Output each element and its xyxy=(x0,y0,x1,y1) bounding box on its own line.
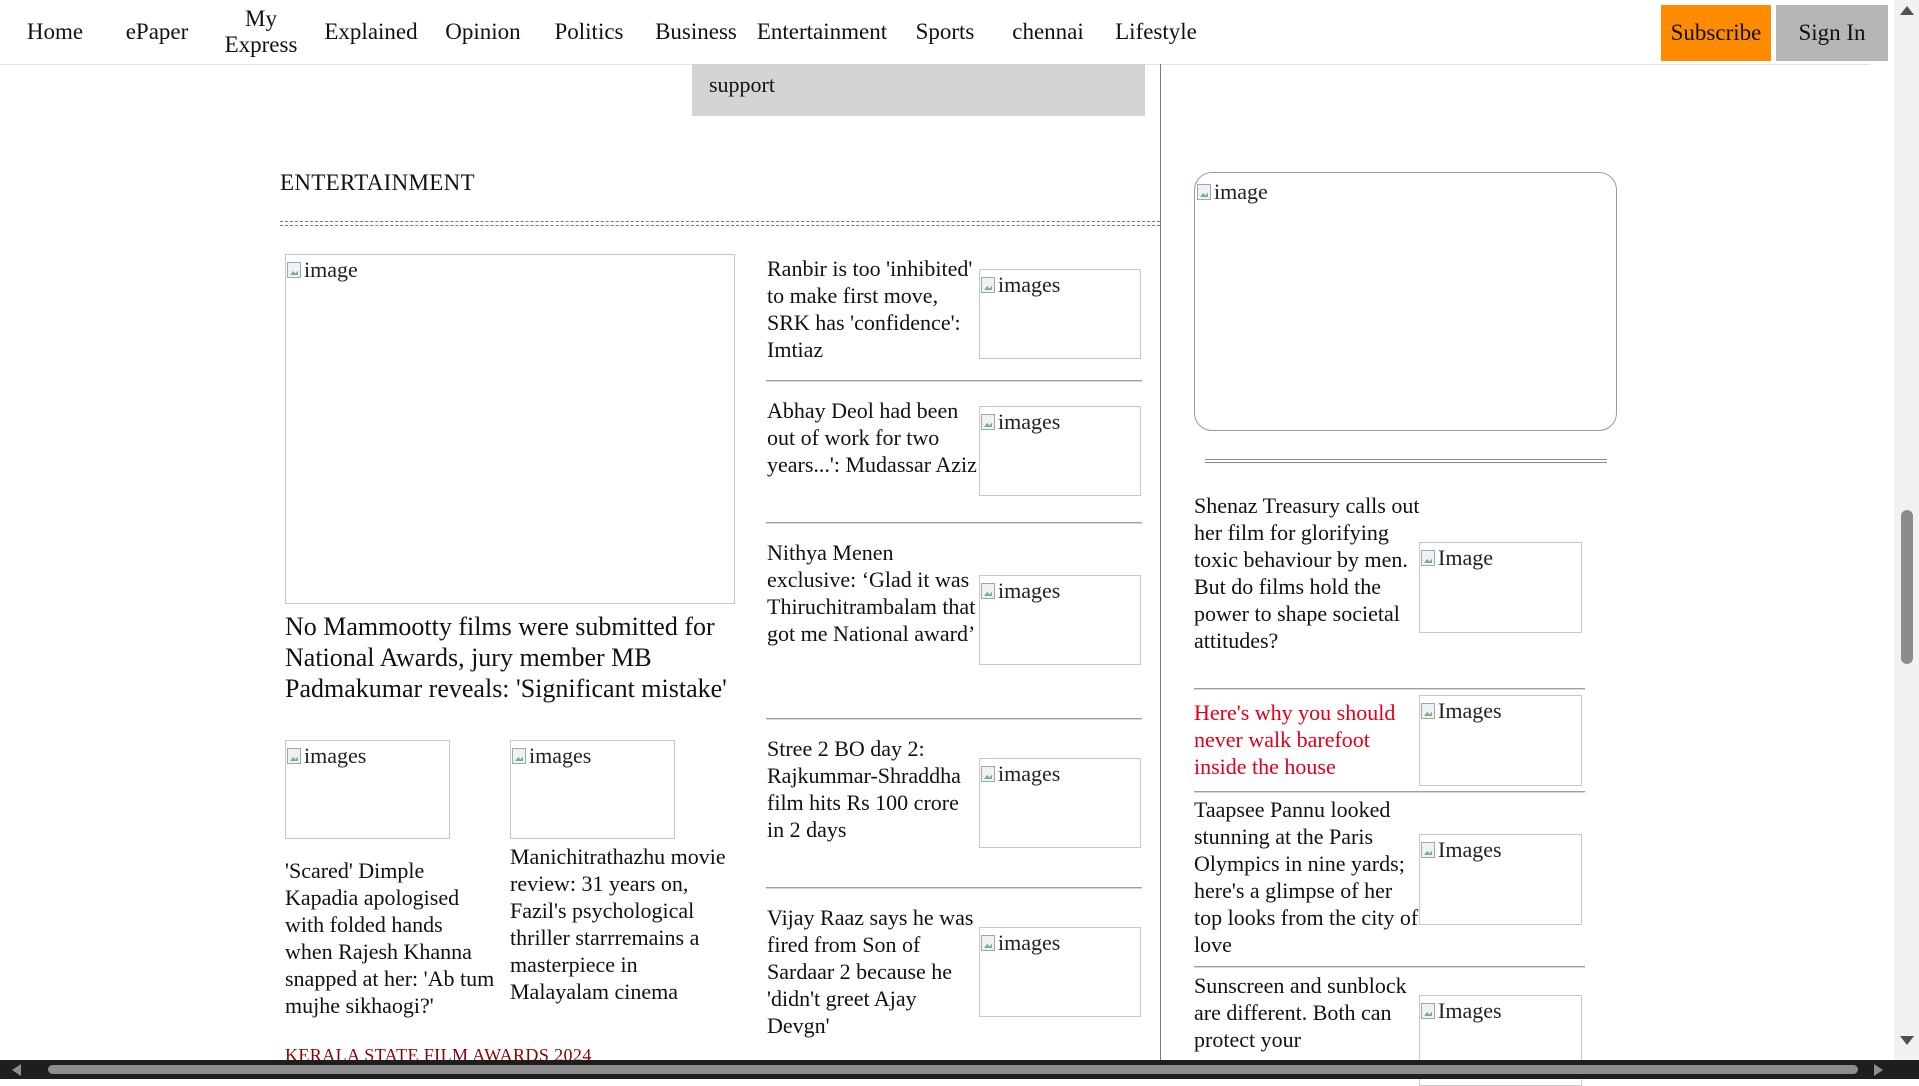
sidebar-story-image[interactable]: Images xyxy=(1419,834,1582,925)
hero-headline[interactable]: No Mammootty films were submitted for Na… xyxy=(285,611,735,704)
scroll-left-arrow-icon[interactable] xyxy=(12,1064,21,1076)
sub-story-headline[interactable]: 'Scared' Dimple Kapadia apologised with … xyxy=(285,857,495,1019)
image-alt-text: Image xyxy=(1438,545,1493,570)
scrollbar-corner xyxy=(1894,1060,1919,1079)
broken-image-icon xyxy=(287,748,301,764)
horizontal-scrollbar[interactable] xyxy=(0,1060,1919,1079)
story-separator xyxy=(1194,966,1585,968)
nav-epaper[interactable]: ePaper xyxy=(120,0,194,64)
story-separator xyxy=(766,887,1142,889)
sub-story-image[interactable]: images xyxy=(510,740,675,839)
list-story-headline[interactable]: Ranbir is too 'inhibited' to make first … xyxy=(767,255,977,363)
nav-chennai[interactable]: chennai xyxy=(1008,0,1088,64)
image-alt-text: images xyxy=(998,578,1061,603)
image-alt-text: image xyxy=(1214,179,1268,204)
list-story-headline[interactable]: Stree 2 BO day 2: Rajkummar-Shraddha fil… xyxy=(767,735,977,843)
nav-home[interactable]: Home xyxy=(22,0,88,64)
sidebar-ad[interactable]: image xyxy=(1194,172,1617,431)
broken-image-icon xyxy=(1421,842,1435,858)
nav-lifestyle[interactable]: Lifestyle xyxy=(1111,0,1201,64)
broken-image-icon xyxy=(1421,1003,1435,1019)
sidebar-story-image[interactable]: Image xyxy=(1419,542,1582,633)
nav-explained[interactable]: Explained xyxy=(321,0,421,64)
image-alt-text: images xyxy=(529,743,592,768)
subscribe-button[interactable]: Subscribe xyxy=(1661,5,1771,61)
image-alt-text: images xyxy=(998,930,1061,955)
section-divider xyxy=(280,221,1160,226)
broken-image-icon xyxy=(1421,550,1435,566)
list-story-image[interactable]: images xyxy=(979,406,1141,496)
hero-image[interactable]: image xyxy=(285,254,735,604)
scroll-right-arrow-icon[interactable] xyxy=(1874,1064,1883,1076)
image-alt-text: Images xyxy=(1438,837,1502,862)
story-separator xyxy=(1194,688,1585,690)
support-text: support xyxy=(709,72,775,97)
nav-politics[interactable]: Politics xyxy=(550,0,628,64)
image-alt-text: images xyxy=(998,272,1061,297)
vertical-scrollbar[interactable] xyxy=(1894,0,1919,1060)
story-separator xyxy=(766,522,1142,524)
sidebar-divider xyxy=(1205,459,1607,463)
scroll-up-arrow-icon[interactable] xyxy=(1900,6,1914,15)
story-separator xyxy=(766,718,1142,720)
vertical-scroll-thumb[interactable] xyxy=(1901,510,1913,664)
scroll-down-arrow-icon[interactable] xyxy=(1900,1036,1914,1045)
sidebar-story-headline-highlighted[interactable]: Here's why you should never walk barefoo… xyxy=(1194,699,1420,780)
sidebar-story-headline[interactable]: Shenaz Treasury calls out her film for g… xyxy=(1194,492,1420,654)
broken-image-icon xyxy=(981,414,995,430)
list-story-headline[interactable]: Vijay Raaz says he was fired from Son of… xyxy=(767,904,977,1039)
image-alt-text: images xyxy=(998,409,1061,434)
horizontal-scroll-thumb[interactable] xyxy=(48,1065,1858,1074)
nav-business[interactable]: Business xyxy=(652,0,740,64)
support-banner: support xyxy=(692,64,1145,116)
sign-in-button[interactable]: Sign In xyxy=(1776,5,1888,61)
column-divider xyxy=(1160,64,1161,1063)
sidebar-story-headline[interactable]: Taapsee Pannu looked stunning at the Par… xyxy=(1194,796,1420,958)
list-story-image[interactable]: images xyxy=(979,758,1141,848)
nav-sports[interactable]: Sports xyxy=(912,0,978,64)
story-separator xyxy=(766,380,1142,382)
broken-image-icon xyxy=(981,766,995,782)
nav-opinion[interactable]: Opinion xyxy=(440,0,526,64)
list-story-headline[interactable]: Nithya Menen exclusive: ‘Glad it was Thi… xyxy=(767,539,977,647)
broken-image-icon xyxy=(981,935,995,951)
image-alt-text: images xyxy=(304,743,367,768)
list-story-image[interactable]: images xyxy=(979,927,1141,1017)
list-story-headline[interactable]: Abhay Deol had been out of work for two … xyxy=(767,397,977,478)
broken-image-icon xyxy=(981,583,995,599)
nav-entertainment[interactable]: Entertainment xyxy=(753,0,891,64)
sub-story-image[interactable]: images xyxy=(285,740,450,839)
sidebar-story-headline[interactable]: Sunscreen and sunblock are different. Bo… xyxy=(1194,972,1420,1053)
image-alt-text: Images xyxy=(1438,698,1502,723)
image-alt-text: image xyxy=(304,257,358,282)
top-navigation: Home ePaper My Express Explained Opinion… xyxy=(0,0,1888,65)
sidebar-story-image[interactable]: Images xyxy=(1419,695,1582,786)
list-story-image[interactable]: images xyxy=(979,575,1141,665)
broken-image-icon xyxy=(981,277,995,293)
list-story-image[interactable]: images xyxy=(979,269,1141,359)
nav-my-express[interactable]: My Express xyxy=(218,0,304,64)
broken-image-icon xyxy=(512,748,526,764)
section-title[interactable]: ENTERTAINMENT xyxy=(280,170,475,196)
image-alt-text: images xyxy=(998,761,1061,786)
image-alt-text: Images xyxy=(1438,998,1502,1023)
broken-image-icon xyxy=(1197,184,1211,200)
broken-image-icon xyxy=(1421,703,1435,719)
broken-image-icon xyxy=(287,262,301,278)
story-separator xyxy=(1194,791,1585,793)
sub-story-headline[interactable]: Manichitrathazhu movie review: 31 years … xyxy=(510,843,742,1005)
